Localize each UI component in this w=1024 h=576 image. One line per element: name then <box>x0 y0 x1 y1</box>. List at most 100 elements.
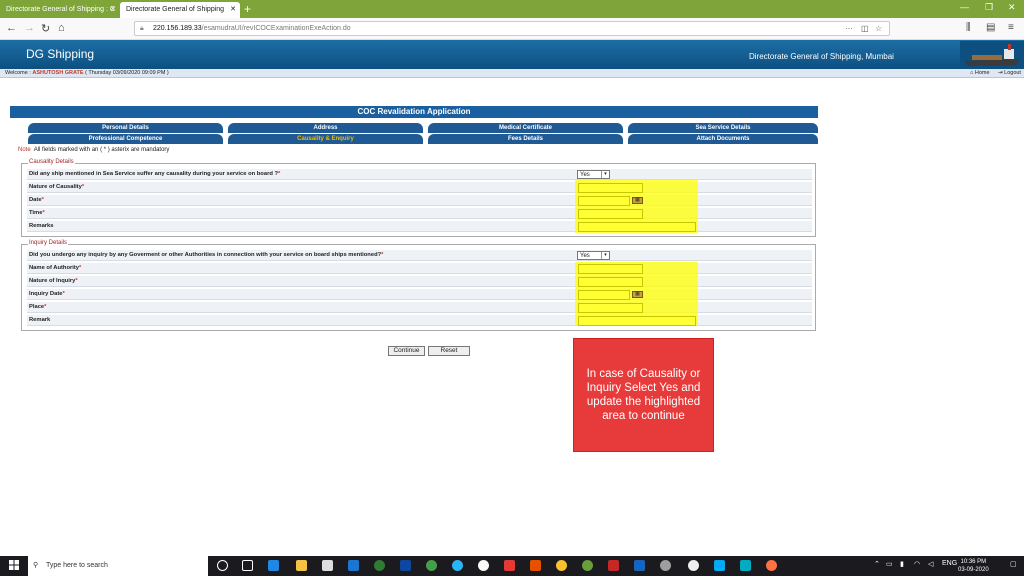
app-icon[interactable] <box>400 560 411 571</box>
maximize-icon[interactable]: ❐ <box>985 2 993 13</box>
calendar-icon[interactable]: ▦ <box>632 197 643 204</box>
cortana-icon[interactable] <box>217 560 228 571</box>
tab-personal-details[interactable]: Personal Details <box>28 123 223 133</box>
instruction-callout: In case of Causality or Inquiry Select Y… <box>573 338 714 452</box>
tab-sea-service-details[interactable]: Sea Service Details <box>628 123 818 133</box>
nature-of-inquiry-input[interactable] <box>578 277 643 287</box>
tab-causality-enquiry[interactable]: Causality & Enquiry <box>228 134 423 144</box>
back-icon[interactable]: ← <box>6 22 17 34</box>
sidebar-icon[interactable]: ▤ <box>986 22 995 33</box>
nature-of-causality-input[interactable] <box>578 183 643 193</box>
tab-professional-competence[interactable]: Professional Competence <box>28 134 223 144</box>
address-bar[interactable]: 🔒︎ 220.156.189.33/esamudraUI/revICOCExam… <box>134 21 890 36</box>
app-icon[interactable] <box>478 560 489 571</box>
forward-icon[interactable]: → <box>24 22 35 34</box>
pocket-icon[interactable]: ◫ <box>861 22 869 35</box>
network-icon[interactable]: ▭ <box>886 560 893 568</box>
app-icon[interactable] <box>660 560 671 571</box>
library-icon[interactable]: ⫼ <box>966 22 971 33</box>
inquiry-question-row: Did you undergo any inquiry by any Gover… <box>27 250 812 261</box>
field-label: Time <box>29 210 43 216</box>
browser-nav-bar: ← → ↻ ⌂ 🔒︎ 220.156.189.33/esamudraUI/rev… <box>0 18 1024 40</box>
store-icon[interactable] <box>322 560 333 571</box>
battery-icon[interactable]: ▮ <box>900 560 904 568</box>
mail-icon[interactable] <box>348 560 359 571</box>
app-icon[interactable] <box>504 560 515 571</box>
home-icon[interactable]: ⌂ <box>58 22 65 34</box>
firefox-icon[interactable] <box>766 560 777 571</box>
close-window-icon[interactable]: ✕ <box>1008 2 1016 13</box>
wifi-icon[interactable]: ◠ <box>914 560 920 568</box>
app-icon[interactable] <box>688 560 699 571</box>
minimize-icon[interactable]: — <box>960 2 969 12</box>
field-label: Inquiry Date <box>29 291 63 297</box>
causality-remarks-input[interactable] <box>578 222 696 232</box>
url-host: 220.156.189.33 <box>153 25 202 32</box>
file-explorer-icon[interactable] <box>296 560 307 571</box>
logout-link[interactable]: ⇥ Logout <box>998 69 1021 77</box>
inquiry-legend: Inquiry Details <box>28 240 69 246</box>
menu-icon[interactable]: ≡ <box>1008 22 1014 33</box>
causality-question-row: Did any ship mentioned in Sea Service su… <box>27 169 812 180</box>
browser-tab-title: Directorate General of Shipping <box>126 6 225 13</box>
tab-attach-documents[interactable]: Attach Documents <box>628 134 818 144</box>
org-title: Directorate General of Shipping, Mumbai <box>749 52 894 61</box>
app-icon[interactable] <box>530 560 541 571</box>
app-icon[interactable] <box>374 560 385 571</box>
reset-button[interactable]: Reset <box>428 346 470 356</box>
taskbar-search[interactable]: ⚲ Type here to search <box>28 556 208 576</box>
task-view-icon[interactable] <box>242 560 253 571</box>
app-icon[interactable] <box>714 560 725 571</box>
clock-date: 03-09-2020 <box>958 567 989 573</box>
logout-label: Logout <box>1004 70 1021 76</box>
continue-button[interactable]: Continue <box>388 346 425 356</box>
telegram-icon[interactable] <box>452 560 463 571</box>
close-icon[interactable]: ✕ <box>230 2 236 18</box>
causality-legend: Causality Details <box>28 159 75 165</box>
browser-tab-active[interactable]: Directorate General of Shipping ✕ <box>120 2 240 18</box>
close-icon[interactable]: ✕ <box>110 2 116 18</box>
calendar-icon[interactable]: ▦ <box>632 291 643 298</box>
browser-tab-bar: Directorate General of Shipping : C ✕ Di… <box>0 0 1024 18</box>
vscode-icon[interactable] <box>634 560 645 571</box>
page-actions-icon[interactable]: ··· <box>845 22 853 35</box>
chrome-icon[interactable] <box>556 560 567 571</box>
app-icon[interactable] <box>582 560 593 571</box>
language-indicator[interactable]: ENG <box>942 560 957 567</box>
reload-icon[interactable]: ↻ <box>41 22 50 35</box>
form-tabs-row-2: Professional Competence Causality & Enqu… <box>18 134 818 144</box>
notifications-icon[interactable]: ▢ <box>1010 560 1017 568</box>
causality-date-input[interactable] <box>578 196 630 206</box>
form-title: COC Revalidation Application <box>10 106 818 118</box>
place-input[interactable] <box>578 303 643 313</box>
volume-icon[interactable]: ◁ <box>928 560 933 568</box>
ship-image-icon <box>960 41 1024 68</box>
new-tab-icon[interactable]: + <box>244 1 251 17</box>
name-of-authority-input[interactable] <box>578 264 643 274</box>
windows-start-icon[interactable] <box>9 560 19 570</box>
field-label: Remark <box>29 317 51 323</box>
home-link[interactable]: ⌂ Home <box>970 69 990 77</box>
inquiry-yes-no-select[interactable]: Yes ▾ <box>577 251 610 260</box>
clock-time: 10:36 PM <box>960 559 987 565</box>
tab-fees-details[interactable]: Fees Details <box>428 134 623 144</box>
app-icon[interactable] <box>608 560 619 571</box>
edge-icon[interactable] <box>268 560 279 571</box>
tab-address[interactable]: Address <box>228 123 423 133</box>
browser-tab[interactable]: Directorate General of Shipping : C ✕ <box>0 2 120 18</box>
show-hidden-icons-icon[interactable]: ⌃ <box>874 560 880 568</box>
causality-yes-no-select[interactable]: Yes ▾ <box>577 170 610 179</box>
inquiry-date-input[interactable] <box>578 290 630 300</box>
url-path: /esamudraUI/revICOCExaminationExeAction.… <box>201 25 351 32</box>
welcome-label: Welcome : <box>5 70 31 76</box>
inquiry-question: Did you undergo any inquiry by any Gover… <box>29 252 382 258</box>
field-label: Nature of Inquiry <box>29 278 76 284</box>
taskbar-clock[interactable]: 10:36 PM 03-09-2020 <box>958 558 989 574</box>
tab-medical-certificate[interactable]: Medical Certificate <box>428 123 623 133</box>
causality-time-input[interactable] <box>578 209 643 219</box>
remark-input[interactable] <box>578 316 696 326</box>
select-value: Yes <box>580 253 590 259</box>
whatsapp-icon[interactable] <box>426 560 437 571</box>
app-icon[interactable] <box>740 560 751 571</box>
bookmark-star-icon[interactable]: ☆ <box>875 22 882 35</box>
